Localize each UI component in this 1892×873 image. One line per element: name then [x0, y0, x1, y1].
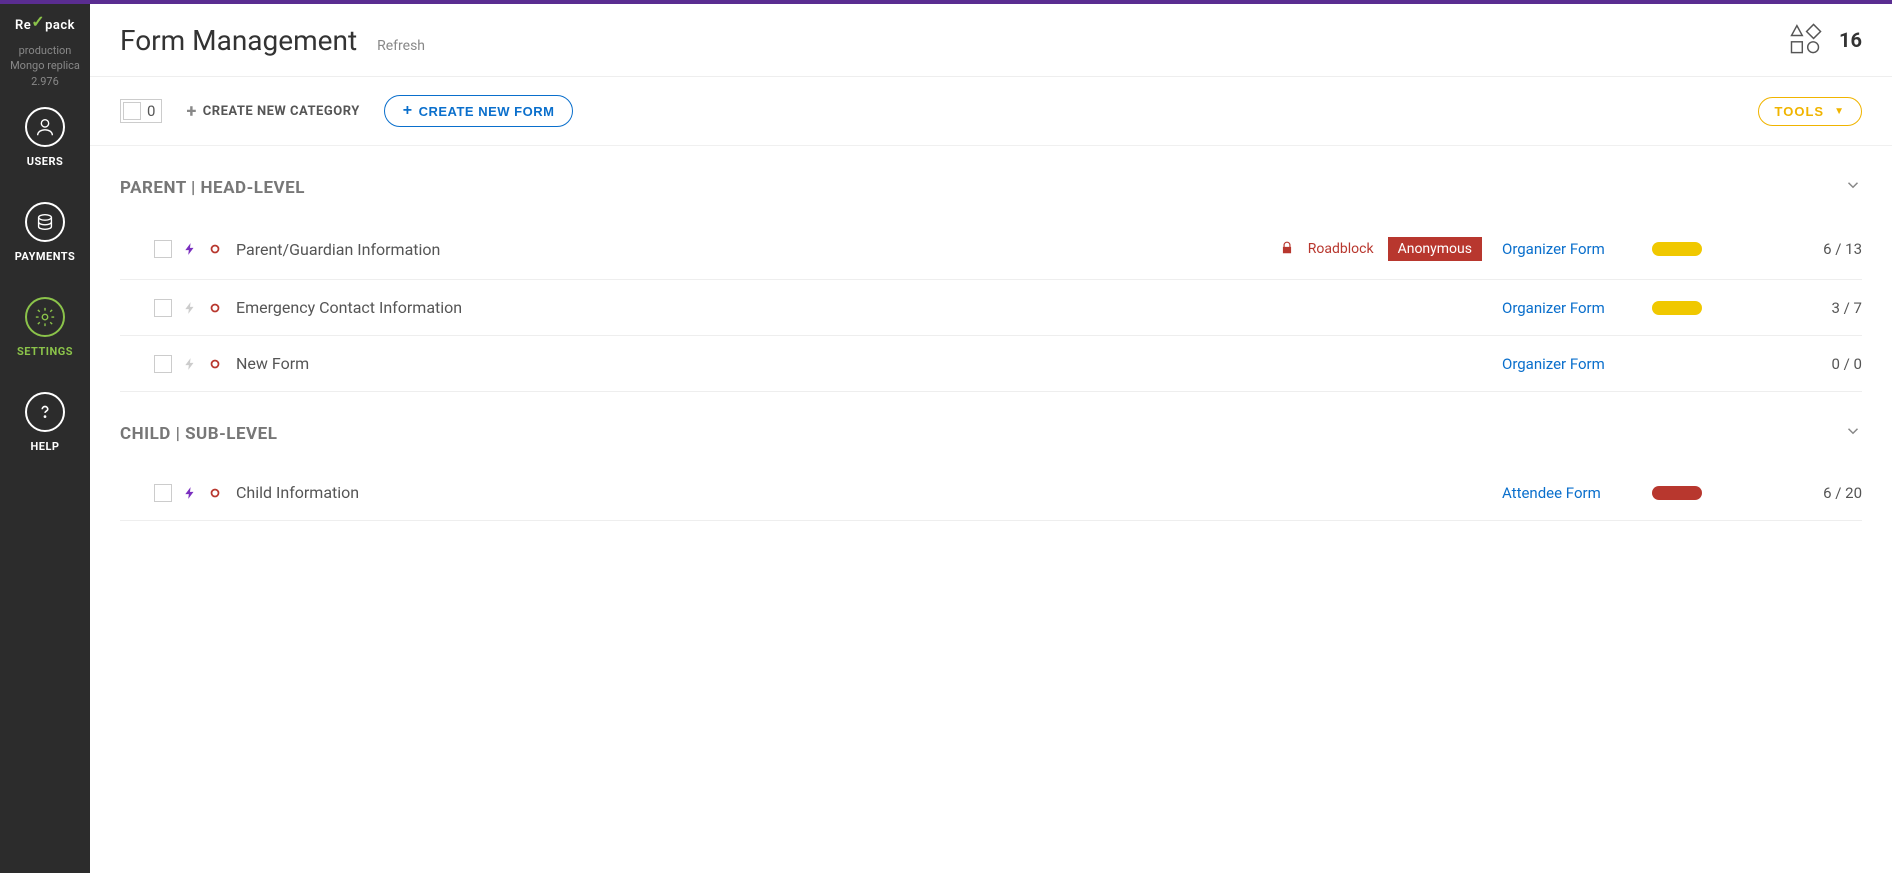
row-checkbox[interactable] [154, 240, 172, 258]
logo-check-icon: ✓ [31, 12, 45, 31]
row-checkbox[interactable] [154, 355, 172, 373]
mandatory-icon [208, 242, 222, 256]
sidebar-item-payments[interactable]: PAYMENTS [15, 202, 76, 263]
collapse-icon[interactable] [1844, 176, 1862, 199]
row-checkbox[interactable] [154, 299, 172, 317]
tools-button[interactable]: TOOLS ▼ [1758, 97, 1862, 126]
toolbar: 0 + CREATE NEW CATEGORY + CREATE NEW FOR… [90, 77, 1892, 146]
page-title: Form Management [120, 24, 357, 57]
trigger-icon [182, 240, 198, 258]
env-line: production [10, 43, 80, 58]
page-header: Form Management Refresh 16 [90, 4, 1892, 77]
env-line: Mongo replica [10, 58, 80, 73]
sidebar-item-label: PAYMENTS [15, 250, 76, 263]
trigger-icon [182, 355, 198, 373]
shapes-icon[interactable] [1787, 22, 1823, 58]
status-pill [1652, 242, 1702, 256]
create-category-button[interactable]: + CREATE NEW CATEGORY [186, 101, 359, 122]
form-row[interactable]: Emergency Contact Information Organizer … [120, 280, 1862, 336]
create-form-label: CREATE NEW FORM [419, 104, 555, 119]
tools-label: TOOLS [1775, 104, 1825, 119]
plus-icon: + [186, 101, 196, 122]
selected-count: 0 [147, 102, 155, 120]
create-form-button[interactable]: + CREATE NEW FORM [384, 95, 574, 127]
mandatory-icon [208, 486, 222, 500]
logo: Re✓pack [15, 16, 75, 35]
sidebar-item-users[interactable]: USERS [25, 107, 65, 168]
form-row[interactable]: Child Information Attendee Form 6 / 20 [120, 465, 1862, 521]
sidebar-item-label: SETTINGS [17, 345, 73, 358]
status-pill [1652, 357, 1702, 371]
form-name: Emergency Contact Information [236, 298, 462, 317]
section-child: CHILD | SUB-LEVEL Child Information Atte… [90, 392, 1892, 521]
section-title: PARENT | HEAD-LEVEL [120, 178, 305, 198]
chevron-down-icon: ▼ [1834, 106, 1845, 117]
form-type-link[interactable]: Organizer Form [1502, 355, 1632, 373]
trigger-icon [182, 484, 198, 502]
form-count: 16 [1839, 28, 1862, 52]
progress-count: 3 / 7 [1722, 299, 1862, 317]
refresh-link[interactable]: Refresh [377, 38, 425, 54]
progress-count: 6 / 13 [1722, 240, 1862, 258]
mandatory-icon [208, 301, 222, 315]
anonymous-badge: Anonymous [1388, 237, 1482, 261]
create-category-label: CREATE NEW CATEGORY [203, 104, 360, 119]
form-type-link[interactable]: Organizer Form [1502, 299, 1632, 317]
row-checkbox[interactable] [154, 484, 172, 502]
status-pill [1652, 486, 1702, 500]
user-icon [25, 107, 65, 147]
select-all-box[interactable]: 0 [120, 99, 162, 123]
plus-icon: + [403, 102, 413, 120]
help-icon [25, 392, 65, 432]
form-type-link[interactable]: Attendee Form [1502, 484, 1632, 502]
trigger-icon [182, 299, 198, 317]
status-pill [1652, 301, 1702, 315]
env-line: 2.976 [10, 74, 80, 89]
progress-count: 0 / 0 [1722, 355, 1862, 373]
mandatory-icon [208, 357, 222, 371]
sidebar-item-label: USERS [27, 155, 64, 168]
form-row[interactable]: New Form Organizer Form 0 / 0 [120, 336, 1862, 392]
main-content: Form Management Refresh 16 0 [90, 4, 1892, 873]
coins-icon [25, 202, 65, 242]
form-name: Child Information [236, 483, 359, 502]
sidebar: Re✓pack production Mongo replica 2.976 U… [0, 4, 90, 873]
progress-count: 6 / 20 [1722, 484, 1862, 502]
gear-icon [25, 297, 65, 337]
env-label: production Mongo replica 2.976 [10, 43, 80, 89]
form-type-link[interactable]: Organizer Form [1502, 240, 1632, 258]
sidebar-item-help[interactable]: HELP [25, 392, 65, 453]
form-name: New Form [236, 354, 309, 373]
form-name: Parent/Guardian Information [236, 240, 440, 259]
section-title: CHILD | SUB-LEVEL [120, 424, 277, 444]
lock-icon [1280, 240, 1294, 259]
select-all-checkbox[interactable] [123, 102, 141, 120]
sidebar-item-settings[interactable]: SETTINGS [17, 297, 73, 358]
collapse-icon[interactable] [1844, 422, 1862, 445]
roadblock-label: Roadblock [1308, 241, 1374, 257]
section-parent: PARENT | HEAD-LEVEL Parent/Guardian Info… [90, 146, 1892, 392]
sidebar-item-label: HELP [31, 440, 60, 453]
form-row[interactable]: Parent/Guardian Information Roadblock An… [120, 219, 1862, 280]
